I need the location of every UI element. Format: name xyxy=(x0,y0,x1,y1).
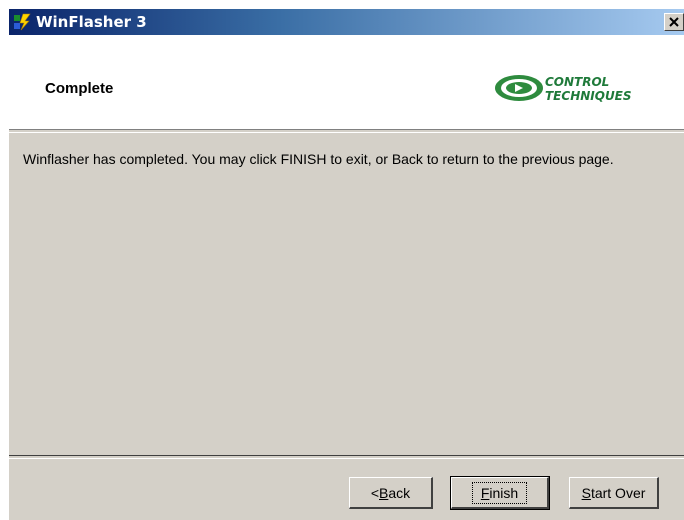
wizard-window: WinFlasher 3 Complete CONTROL TECHNIQUES… xyxy=(8,8,684,520)
finish-button[interactable]: Finish xyxy=(450,476,550,510)
window-title: WinFlasher 3 xyxy=(36,13,147,31)
page-title: Complete xyxy=(45,80,114,97)
close-button[interactable] xyxy=(664,13,684,31)
header-divider xyxy=(9,129,684,133)
wizard-header: Complete CONTROL TECHNIQUES xyxy=(9,35,684,129)
logo-line2: TECHNIQUES xyxy=(545,89,632,103)
footer-divider xyxy=(9,455,684,459)
start-over-button-rest: tart Over xyxy=(590,484,646,501)
completion-message: Winflasher has completed. You may click … xyxy=(23,151,614,167)
control-techniques-logo: CONTROL TECHNIQUES xyxy=(495,75,632,103)
winflasher-app-icon xyxy=(14,13,31,31)
back-button-rest: ack xyxy=(388,484,411,501)
start-over-button[interactable]: Start Over xyxy=(569,477,659,509)
logo-line1: CONTROL xyxy=(545,75,609,89)
back-button-accel: B xyxy=(379,484,389,501)
back-button-prefix: < xyxy=(370,484,380,501)
title-bar[interactable]: WinFlasher 3 xyxy=(9,9,684,35)
close-icon xyxy=(669,17,679,27)
back-button[interactable]: < Back xyxy=(349,477,433,509)
finish-button-rest: inish xyxy=(489,484,519,501)
finish-focus-rect: Finish xyxy=(471,481,528,504)
start-over-button-accel: S xyxy=(581,484,591,501)
